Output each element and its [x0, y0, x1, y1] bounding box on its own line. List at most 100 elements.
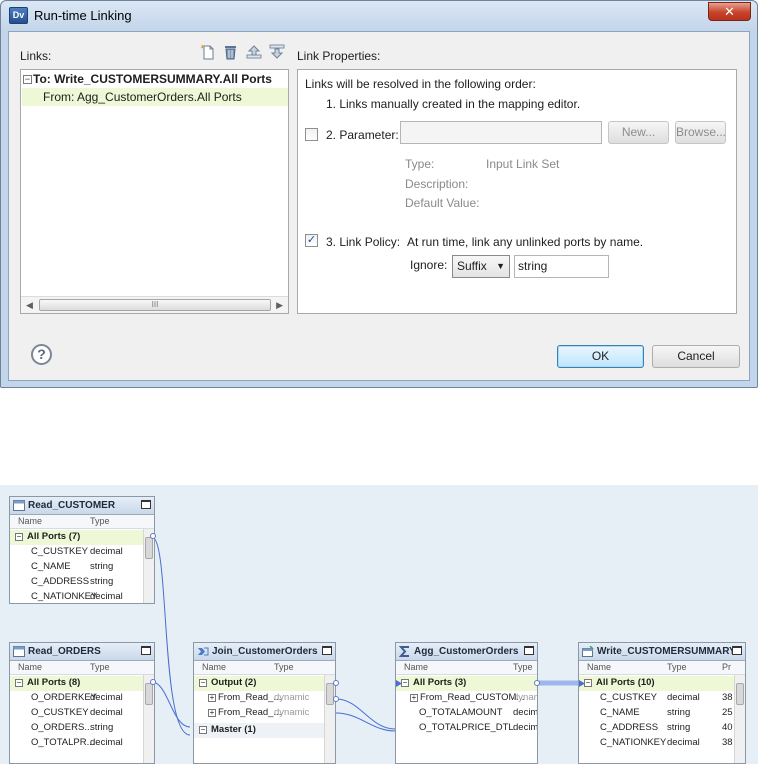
collapse-icon[interactable]: − — [23, 75, 32, 85]
help-icon[interactable]: ? — [31, 344, 52, 365]
joiner-icon — [198, 647, 209, 656]
aggregator-icon — [399, 646, 409, 657]
maximize-icon[interactable] — [141, 500, 151, 509]
agg-title: Agg_CustomerOrders — [396, 643, 537, 661]
port-row[interactable]: C_NATIONKEY decimal — [10, 590, 154, 603]
agg-customer-orders-node[interactable]: Agg_CustomerOrders Name Type − All Ports (… — [395, 642, 538, 764]
master-group-row[interactable]: − Master (1) — [194, 723, 335, 738]
resolve-order-text: Links will be resolved in the following … — [305, 77, 536, 91]
delete-icon[interactable] — [222, 44, 240, 60]
port-row[interactable]: O_TOTALPRICE_DTLdecimal — [396, 721, 537, 736]
target-table-icon — [582, 646, 594, 657]
output-port[interactable] — [150, 679, 156, 685]
tree-root-item[interactable]: − To: Write_CUSTOMERSUMMARY.All Ports — [23, 72, 272, 88]
output-port[interactable] — [150, 533, 156, 539]
move-up-icon[interactable] — [245, 44, 263, 60]
maximize-icon[interactable] — [322, 646, 332, 655]
ignore-selected: Suffix — [457, 259, 487, 273]
group-row[interactable]: − All Ports (3) — [396, 676, 537, 691]
maximize-icon[interactable] — [141, 646, 151, 655]
app-icon: Dv — [9, 7, 28, 24]
group-row[interactable]: − All Ports (8) — [10, 676, 154, 691]
input-port-icon[interactable] — [396, 680, 402, 687]
group-row[interactable]: − All Ports (7) — [10, 530, 154, 545]
read-orders-title: Read_ORDERS — [10, 643, 154, 661]
maximize-icon[interactable] — [732, 646, 742, 655]
port-row[interactable]: C_NATIONKEY decimal 38 — [579, 736, 745, 751]
read-orders-node[interactable]: Read_ORDERS Name Type − All Ports (8) O_OR… — [9, 642, 155, 764]
port-row[interactable]: C_CUSTKEY decimal — [10, 545, 154, 560]
cancel-button[interactable]: Cancel — [652, 345, 740, 368]
link-properties-panel: Links will be resolved in the following … — [297, 69, 737, 314]
links-tree[interactable]: − To: Write_CUSTOMERSUMMARY.All Ports Fro… — [20, 69, 289, 314]
port-row[interactable]: O_ORDERKEY decimal — [10, 691, 154, 706]
port-row[interactable]: O_ORDERS... string — [10, 721, 154, 736]
table-icon — [13, 500, 25, 511]
port-row[interactable]: C_ADDRESS string 40 — [579, 721, 745, 736]
parameter-checkbox[interactable] — [305, 128, 318, 141]
scroll-left-icon[interactable]: ◀ — [26, 300, 33, 311]
port-row[interactable]: O_TOTALAMOUNTdecimal — [396, 706, 537, 721]
port-row[interactable]: C_NAME string — [10, 560, 154, 575]
port-row[interactable]: + From_Read_... dynamic — [194, 691, 335, 706]
dialog-body: Links: Link Properties: − To: Write_CUSTO… — [8, 31, 750, 381]
run-time-linking-dialog: Dv Run-time Linking ✕ Links: Link Proper… — [0, 0, 758, 388]
default-value-label: Default Value: — [405, 196, 480, 210]
vertical-scrollbar[interactable] — [324, 675, 335, 763]
output-port[interactable] — [333, 680, 339, 686]
port-row[interactable]: C_NAME string 25 — [579, 706, 745, 721]
ignore-label: Ignore: — [410, 258, 448, 272]
port-row[interactable]: C_ADDRESS string — [10, 575, 154, 590]
description-label: Description: — [405, 177, 469, 191]
join-title: Join_CustomerOrders — [194, 643, 335, 661]
read-customer-node[interactable]: Read_CUSTOMER Name Type − All Ports (7) C_… — [9, 496, 155, 604]
vertical-scrollbar[interactable] — [734, 675, 745, 763]
write-customer-summary-node[interactable]: Write_CUSTOMERSUMMARY Name Type Pr − All Po… — [578, 642, 746, 764]
parameter-input[interactable] — [400, 121, 602, 144]
tree-child-item[interactable]: From: Agg_CustomerOrders.All Ports — [22, 88, 288, 106]
close-button[interactable]: ✕ — [708, 2, 751, 21]
ignore-dropdown[interactable]: Suffix ▼ — [452, 255, 510, 278]
port-row[interactable]: C_CUSTKEY decimal 38 — [579, 691, 745, 706]
input-port-icon[interactable] — [579, 680, 585, 687]
column-header: Name Type — [10, 661, 154, 675]
move-down-icon[interactable] — [268, 44, 286, 60]
join-customer-orders-node[interactable]: Join_CustomerOrders Name Type − Output (2)… — [193, 642, 336, 764]
title-bar: Dv Run-time Linking ✕ — [1, 1, 757, 31]
new-link-icon[interactable] — [199, 44, 217, 60]
new-button[interactable]: New... — [608, 121, 669, 144]
link-properties-label: Link Properties: — [297, 49, 381, 63]
vertical-scrollbar[interactable] — [143, 675, 154, 763]
port-row[interactable]: +From_Read_CUSTOM...dynamic — [396, 691, 537, 706]
write-title: Write_CUSTOMERSUMMARY — [579, 643, 745, 661]
scroll-right-icon[interactable]: ▶ — [276, 300, 283, 311]
vertical-scrollbar[interactable] — [143, 529, 154, 603]
column-header: Name Type — [10, 515, 154, 529]
port-row[interactable]: + From_Read_... dynamic — [194, 706, 335, 721]
column-header: Name Type — [396, 661, 537, 675]
chevron-down-icon: ▼ — [496, 261, 505, 271]
read-customer-title: Read_CUSTOMER — [10, 497, 154, 515]
tree-root-label: To: Write_CUSTOMERSUMMARY.All Ports — [33, 72, 272, 86]
parameter-label: 2. Parameter: — [326, 128, 399, 142]
group-row[interactable]: − All Ports (10) — [579, 676, 745, 691]
links-label: Links: — [20, 49, 52, 63]
ok-button[interactable]: OK — [557, 345, 644, 368]
link-policy-text: At run time, link any unlinked ports by … — [407, 235, 644, 249]
port-row[interactable]: O_CUSTKEY decimal — [10, 706, 154, 721]
maximize-icon[interactable] — [524, 646, 534, 655]
scroll-thumb[interactable]: III — [39, 299, 271, 311]
column-header: Name Type Pr — [579, 661, 745, 675]
output-group-row[interactable]: − Output (2) — [194, 676, 335, 691]
mapping-canvas[interactable]: Read_CUSTOMER Name Type − All Ports (7) C_… — [0, 485, 758, 764]
link-policy-checkbox[interactable]: ✓ — [305, 234, 318, 247]
ignore-value-input[interactable]: string — [514, 255, 609, 278]
output-port[interactable] — [534, 680, 540, 686]
wire-join-to-agg-2 — [335, 712, 396, 732]
browse-button[interactable]: Browse... — [675, 121, 726, 144]
type-value: Input Link Set — [486, 157, 560, 171]
output-port[interactable] — [333, 696, 339, 702]
port-row[interactable]: O_TOTALPR... decimal — [10, 736, 154, 751]
dialog-title: Run-time Linking — [34, 8, 132, 23]
horizontal-scrollbar[interactable]: ◀ III ▶ — [21, 296, 288, 313]
